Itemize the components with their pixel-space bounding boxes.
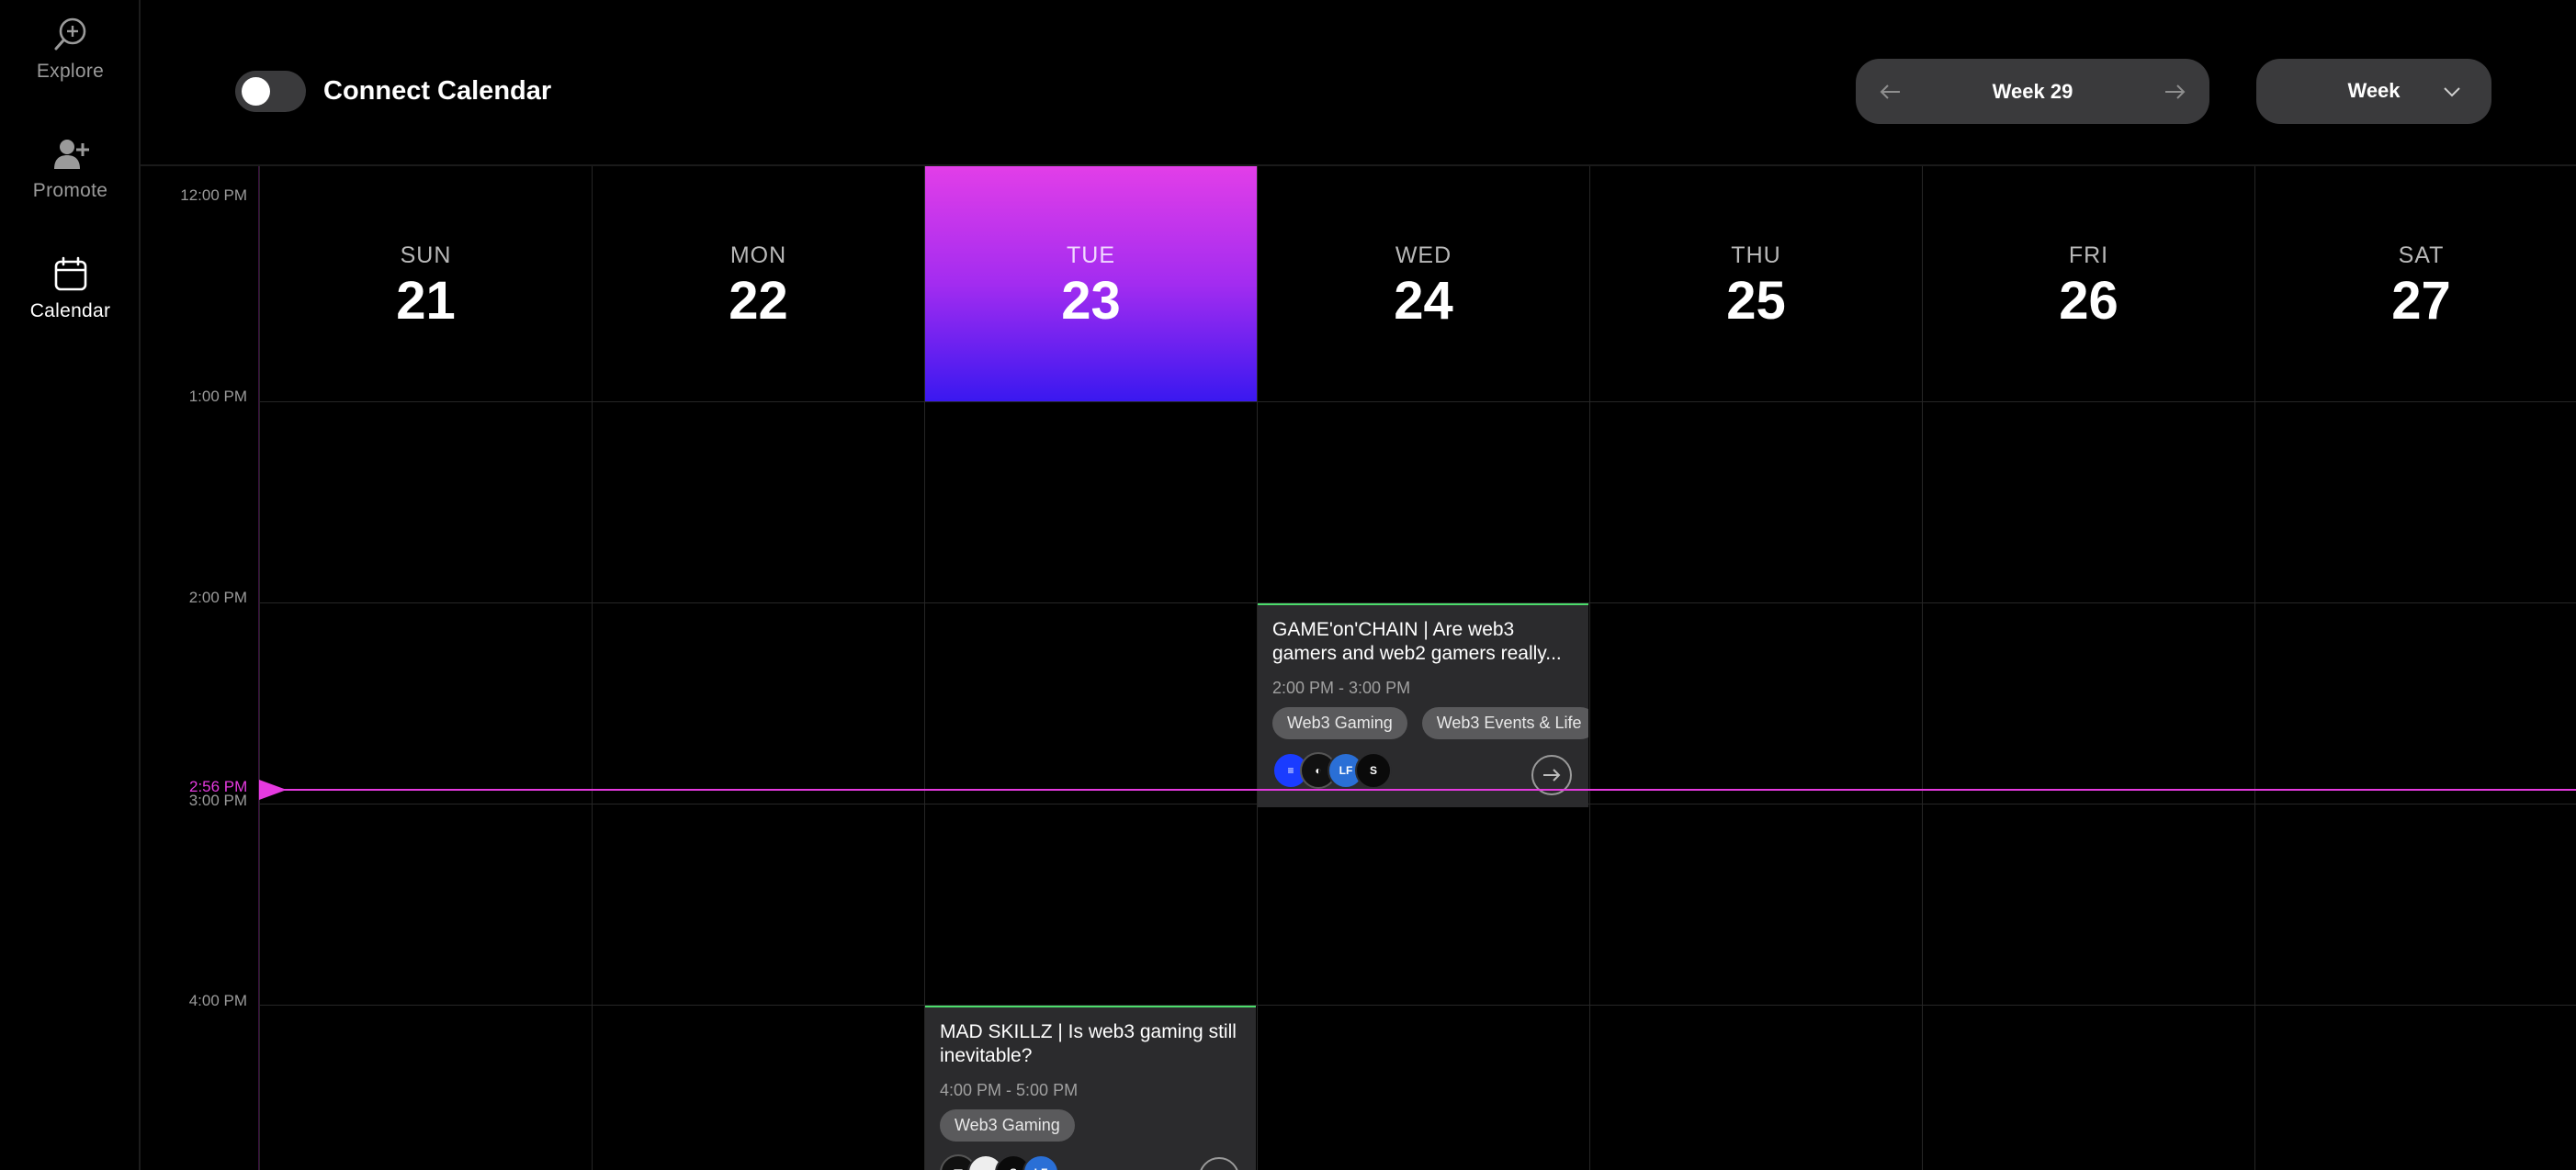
arrow-left-icon — [1880, 84, 1900, 99]
sidebar-item-promote[interactable]: Promote — [0, 134, 141, 202]
day-of-week: THU — [1731, 242, 1781, 268]
sidebar-item-label: Promote — [32, 180, 108, 201]
day-column-thu[interactable]: THU 25 — [1589, 166, 1922, 1170]
add-user-icon — [53, 140, 89, 169]
event-tags: Web3 Gaming Web3 Events & Life — [1272, 707, 1588, 739]
day-column-fri[interactable]: FRI 26 — [1922, 166, 2254, 1170]
day-number: 21 — [396, 271, 456, 331]
next-week-button[interactable] — [2156, 73, 2193, 110]
time-label: 2:00 PM — [188, 589, 247, 606]
day-number: 24 — [1394, 271, 1453, 331]
avatar[interactable]: S — [1355, 752, 1392, 789]
week-label: Week 29 — [1992, 79, 2073, 103]
day-of-week: MON — [729, 242, 787, 268]
time-label: 1:00 PM — [188, 388, 247, 405]
day-header: THU 25 — [1590, 166, 1922, 401]
day-column-sun[interactable]: SUN 21 — [259, 166, 592, 1170]
host-avatars: ≡ ◐ LF S — [1272, 752, 1392, 789]
event-card[interactable]: MAD SKILLZ | Is web3 gaming still inevit… — [925, 1006, 1256, 1170]
time-label: 12:00 PM — [180, 186, 247, 204]
event-card[interactable]: GAME'on'CHAIN | Are web3 gamers and web2… — [1258, 603, 1588, 807]
day-of-week: SUN — [400, 242, 452, 268]
avatar[interactable]: LF — [1022, 1154, 1059, 1170]
day-header: MON 22 — [593, 166, 924, 401]
connect-calendar-label: Connect Calendar — [323, 76, 552, 106]
day-number: 23 — [1061, 271, 1121, 331]
day-column-mon[interactable]: MON 22 — [592, 166, 924, 1170]
view-select[interactable]: Week — [2256, 59, 2491, 124]
event-title: MAD SKILLZ | Is web3 gaming still inevit… — [940, 1021, 1237, 1066]
sidebar-item-label: Explore — [36, 61, 105, 82]
sidebar-item-explore[interactable]: Explore — [0, 15, 141, 83]
day-number: 22 — [729, 271, 788, 331]
day-number: 26 — [2059, 271, 2118, 331]
explore-icon — [54, 17, 85, 51]
sidebar-item-calendar[interactable]: Calendar — [0, 254, 141, 322]
event-time: 4:00 PM - 5:00 PM — [940, 1081, 1079, 1099]
day-of-week: FRI — [2068, 242, 2109, 268]
time-label: 4:00 PM — [188, 992, 247, 1009]
sidebar: Explore Promote Calendar — [0, 0, 141, 1170]
current-time-line — [259, 789, 2576, 791]
tag-chip[interactable]: Web3 Gaming — [1272, 707, 1407, 739]
current-time-label: 2:56 PM — [189, 778, 248, 795]
current-time-marker — [259, 780, 287, 800]
arrow-right-icon — [1208, 1166, 1230, 1170]
day-header-today: TUE 23 — [925, 166, 1257, 401]
week-navigator: Week 29 — [1856, 59, 2209, 124]
tag-chip[interactable]: Web3 Events & Life — [1421, 707, 1588, 739]
toggle-knob — [242, 77, 270, 106]
day-of-week: SAT — [2398, 242, 2445, 268]
day-header: SAT 27 — [2255, 166, 2576, 401]
event-title: GAME'on'CHAIN | Are web3 gamers and web2… — [1272, 619, 1562, 664]
day-column-sat[interactable]: SAT 27 — [2254, 166, 2576, 1170]
arrow-right-icon — [2165, 84, 2186, 99]
calendar-icon — [54, 256, 86, 291]
day-header: SUN 21 — [260, 166, 592, 401]
sidebar-item-label: Calendar — [29, 300, 111, 321]
day-number: 27 — [2391, 271, 2451, 331]
event-time: 2:00 PM - 3:00 PM — [1272, 679, 1411, 697]
open-event-button[interactable] — [1199, 1157, 1239, 1170]
tag-chip[interactable]: Web3 Gaming — [940, 1109, 1075, 1142]
chevron-down-icon — [2444, 87, 2460, 97]
day-header: FRI 26 — [1923, 166, 2254, 401]
day-number: 25 — [1726, 271, 1786, 331]
prev-week-button[interactable] — [1872, 73, 1909, 110]
arrow-right-icon — [1543, 769, 1561, 782]
event-tags: Web3 Gaming — [940, 1109, 1075, 1142]
day-of-week: TUE — [1067, 242, 1115, 268]
connect-calendar-toggle[interactable] — [235, 71, 306, 112]
day-header: WED 24 — [1258, 166, 1589, 401]
host-avatars: ▤ ◑ S LF — [940, 1154, 1059, 1170]
day-of-week: WED — [1395, 242, 1452, 268]
